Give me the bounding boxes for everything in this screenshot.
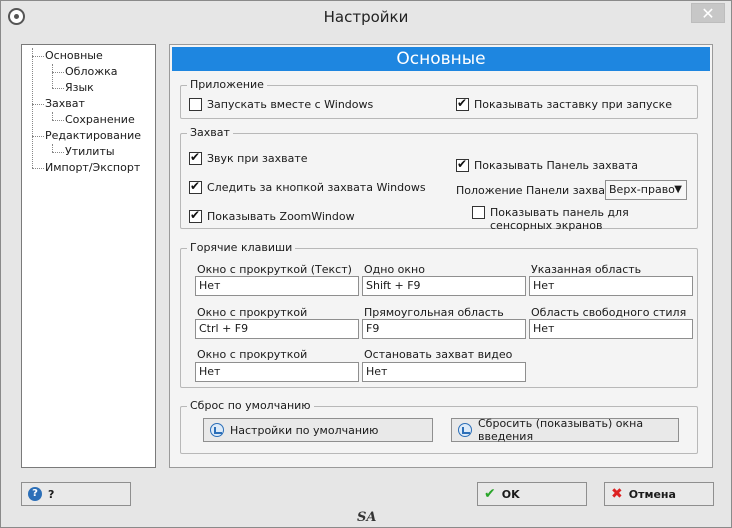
hotkey-stop-video-input[interactable]: Нет bbox=[362, 362, 526, 382]
hotkey-label: Область свободного стиля bbox=[531, 306, 687, 319]
show-splash-checkbox[interactable]: Показывать заставку при запуске bbox=[456, 97, 673, 111]
tree-item-label: Утилиты bbox=[65, 145, 115, 158]
hotkey-label: Одно окно bbox=[364, 263, 425, 276]
hotkey-label: Окно с прокруткой (Текст) bbox=[197, 263, 352, 276]
tree-item-utilities[interactable]: Утилиты bbox=[22, 144, 155, 160]
group-legend: Приложение bbox=[187, 78, 267, 92]
button-label: ? bbox=[48, 487, 55, 501]
tree-item-label: Сохранение bbox=[65, 113, 135, 126]
restore-icon bbox=[210, 423, 224, 437]
checkbox-box bbox=[189, 151, 202, 165]
tree-connector bbox=[32, 104, 44, 105]
button-label: Сбросить (показывать) окна введения bbox=[478, 417, 644, 443]
checkbox-box bbox=[472, 206, 485, 219]
tree-item-capture[interactable]: Захват bbox=[22, 96, 155, 112]
reset-intro-windows-button[interactable]: Сбросить (показывать) окна введения bbox=[451, 417, 679, 443]
reset-group: Сброс по умолчанию Настройки по умолчани… bbox=[180, 399, 698, 454]
hotkeys-group: Горячие клавиши Окно с прокруткой (Текст… bbox=[180, 241, 698, 388]
tree-item-import-export[interactable]: Импорт/Экспорт bbox=[22, 160, 155, 176]
panel-position-label: Положение Панели захвата bbox=[456, 184, 619, 197]
hotkey-freeform-region-input[interactable]: Нет bbox=[529, 319, 693, 339]
hotkey-fixed-region-input[interactable]: Нет bbox=[529, 276, 693, 296]
settings-content-panel: Основные Приложение Запускать вместе с W… bbox=[169, 44, 713, 468]
checkbox-box bbox=[456, 158, 469, 172]
tree-connector bbox=[52, 152, 64, 153]
checkbox-label: Следить за кнопкой захвата Windows bbox=[207, 181, 426, 194]
hotkey-label: Окно с прокруткой bbox=[197, 306, 308, 319]
tree-item-label: Обложка bbox=[65, 65, 118, 78]
application-group: Приложение Запускать вместе с Windows По… bbox=[180, 78, 698, 119]
tree-item-saving[interactable]: Сохранение bbox=[22, 112, 155, 128]
tree-connector bbox=[52, 120, 64, 121]
tree-item-general[interactable]: Основные bbox=[22, 48, 155, 64]
hotkey-scroll-text-input[interactable]: Нет bbox=[195, 276, 359, 296]
chevron-down-icon: ▼ bbox=[674, 184, 682, 195]
panel-position-select[interactable]: Верх-право ▼ bbox=[605, 180, 687, 200]
tree-connector bbox=[32, 136, 44, 137]
settings-tree[interactable]: Основные Обложка Язык Захват Сохранение … bbox=[21, 44, 156, 468]
tree-item-label: Редактирование bbox=[45, 129, 141, 142]
hotkey-label: Указанная область bbox=[531, 263, 642, 276]
show-capture-panel-checkbox[interactable]: Показывать Панель захвата bbox=[456, 158, 638, 172]
restore-icon bbox=[458, 423, 472, 437]
follow-capture-button-checkbox[interactable]: Следить за кнопкой захвата Windows bbox=[189, 180, 426, 194]
capture-sound-checkbox[interactable]: Звук при захвате bbox=[189, 151, 308, 165]
hotkey-label: Прямоугольная область bbox=[364, 306, 504, 319]
button-label: OK bbox=[501, 487, 520, 501]
check-icon: ✔ bbox=[484, 486, 496, 502]
tree-connector bbox=[32, 56, 44, 57]
touch-panel-checkbox[interactable]: Показывать панель для сенсорных экранов bbox=[472, 206, 692, 232]
tree-connector bbox=[52, 72, 64, 73]
start-with-windows-checkbox[interactable]: Запускать вместе с Windows bbox=[189, 98, 373, 111]
checkbox-label: Запускать вместе с Windows bbox=[207, 98, 374, 111]
group-legend: Сброс по умолчанию bbox=[187, 399, 314, 413]
cancel-button[interactable]: ✖ Отмена bbox=[604, 482, 714, 506]
title-bar: Настройки ✕ bbox=[1, 1, 731, 33]
tree-item-label: Язык bbox=[65, 81, 94, 94]
hotkey-label: Остановать захват видео bbox=[364, 348, 513, 361]
select-value: Верх-право bbox=[609, 183, 675, 196]
checkbox-label: Показывать ZoomWindow bbox=[207, 210, 355, 223]
hotkey-label: Окно с прокруткой bbox=[197, 348, 308, 361]
checkbox-label: Показывать панель для сенсорных экранов bbox=[490, 206, 629, 232]
tree-connector bbox=[52, 88, 64, 89]
hotkey-single-window-input[interactable]: Shift + F9 bbox=[362, 276, 526, 296]
tree-item-language[interactable]: Язык bbox=[22, 80, 155, 96]
tree-connector bbox=[32, 168, 44, 169]
tree-item-label: Импорт/Экспорт bbox=[45, 161, 141, 174]
checkbox-label: Показывать заставку при запуске bbox=[474, 98, 673, 111]
settings-window: Настройки ✕ Основные Обложка Язык Захват… bbox=[0, 0, 732, 528]
group-legend: Горячие клавиши bbox=[187, 241, 296, 255]
tree-item-label: Основные bbox=[45, 49, 103, 62]
x-icon: ✖ bbox=[611, 486, 623, 502]
checkbox-label: Звук при захвате bbox=[207, 152, 308, 165]
ok-button[interactable]: ✔ OK bbox=[477, 482, 587, 506]
close-icon: ✕ bbox=[701, 4, 715, 23]
zoom-window-checkbox[interactable]: Показывать ZoomWindow bbox=[189, 209, 355, 223]
button-label: Настройки по умолчанию bbox=[230, 423, 379, 437]
hotkey-scroll-window-input[interactable]: Ctrl + F9 bbox=[195, 319, 359, 339]
checkbox-box bbox=[456, 97, 469, 111]
tree-item-label: Захват bbox=[45, 97, 85, 110]
checkbox-label: Показывать Панель захвата bbox=[474, 159, 638, 172]
restore-defaults-button[interactable]: Настройки по умолчанию bbox=[203, 418, 433, 442]
group-legend: Захват bbox=[187, 126, 233, 140]
hotkey-rect-region-input[interactable]: F9 bbox=[362, 319, 526, 339]
checkbox-box bbox=[189, 180, 202, 194]
page-title: Основные bbox=[172, 47, 710, 71]
close-button[interactable]: ✕ bbox=[691, 3, 725, 23]
tree-item-skin[interactable]: Обложка bbox=[22, 64, 155, 80]
help-icon: ? bbox=[28, 487, 42, 501]
checkbox-box bbox=[189, 98, 202, 111]
button-label: Отмена bbox=[628, 487, 676, 501]
help-button[interactable]: ? ? bbox=[21, 482, 131, 506]
hotkey-scroll-window-2-input[interactable]: Нет bbox=[195, 362, 359, 382]
window-title: Настройки bbox=[323, 8, 409, 26]
brand-logo: SA bbox=[357, 510, 377, 525]
checkbox-box bbox=[189, 209, 202, 223]
tree-item-editing[interactable]: Редактирование bbox=[22, 128, 155, 144]
capture-group: Захват Звук при захвате Следить за кнопк… bbox=[180, 126, 698, 232]
